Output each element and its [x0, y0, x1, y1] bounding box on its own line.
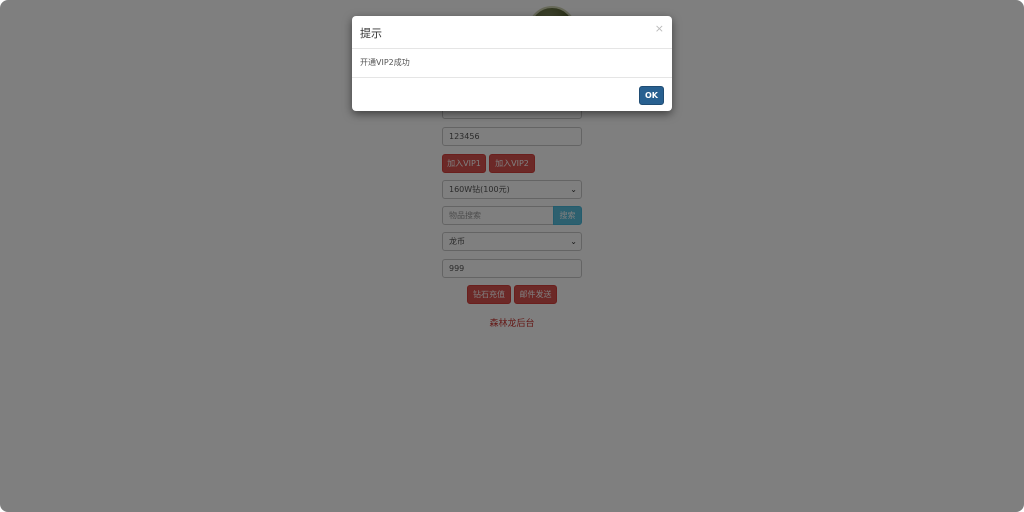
alert-dialog: 提示 × 开通VIP2成功 OK — [352, 16, 672, 111]
close-icon[interactable]: × — [655, 22, 664, 35]
modal-message: 开通VIP2成功 — [360, 58, 410, 67]
modal-footer: OK — [352, 78, 672, 112]
modal-title: 提示 — [360, 27, 382, 40]
modal-header: 提示 × — [352, 16, 672, 49]
ok-button[interactable]: OK — [639, 86, 664, 105]
modal-body: 开通VIP2成功 — [352, 49, 672, 78]
page: 123456 加入VIP1 加入VIP2 160W钻(100元) ⌄ 物品搜索 … — [0, 0, 1024, 512]
